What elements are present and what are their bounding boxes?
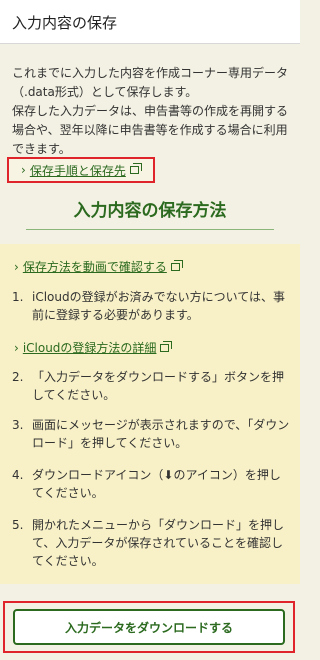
- step-4: 4. ダウンロードアイコン（⬇のアイコン）を押してください。: [12, 466, 290, 502]
- step-text: 「入力データをダウンロードする」ボタンを押してください。: [32, 370, 285, 402]
- step-number: 4.: [12, 468, 24, 482]
- step-3: 3. 画面にメッセージが表示されますので、「ダウンロード」を押してください。: [12, 416, 290, 452]
- video-link-label: 保存方法を動画で確認する: [22, 260, 167, 274]
- save-procedure-label: 保存手順と保存先: [29, 163, 126, 178]
- chevron-right-icon: ›: [14, 259, 19, 274]
- download-highlight-box: 入力データをダウンロードする: [3, 601, 295, 653]
- chevron-right-icon: ›: [14, 340, 19, 355]
- title-divider: [26, 229, 274, 230]
- intro-line-1: これまでに入力した内容を作成コーナー専用データ（.data形式）として保存します…: [12, 66, 289, 99]
- step-number: 3.: [12, 418, 24, 432]
- icloud-link-label: iCloudの登録方法の詳細: [22, 341, 157, 355]
- step-text: 画面にメッセージが表示されますので、「ダウンロード」を押してください。: [32, 418, 290, 450]
- step-1: 1. iCloudの登録がお済みでない方については、事前に登録する必要があります…: [12, 288, 290, 324]
- step-text: iCloudの登録がお済みでない方については、事前に登録する必要があります。: [32, 290, 286, 322]
- page-header: 入力内容の保存: [0, 0, 300, 44]
- external-link-icon: [160, 340, 173, 352]
- instructions-panel: › 保存方法を動画で確認する 1. iCloudの登録がお済みでない方については…: [0, 244, 300, 584]
- step-number: 1.: [12, 290, 24, 304]
- video-link[interactable]: › 保存方法を動画で確認する: [14, 258, 183, 275]
- icloud-link[interactable]: › iCloudの登録方法の詳細: [14, 339, 173, 356]
- section-title: 入力内容の保存方法: [73, 201, 227, 221]
- intro-line-2: 保存した入力データは、申告書等の作成を再開する場合や、翌年以降に申告書等を作成す…: [12, 104, 289, 156]
- download-input-data-button[interactable]: 入力データをダウンロードする: [13, 609, 285, 645]
- step-2: 2. 「入力データをダウンロードする」ボタンを押してください。: [12, 368, 290, 404]
- step-number: 2.: [12, 370, 24, 384]
- external-link-icon: [170, 259, 183, 271]
- step-number: 5.: [12, 518, 24, 532]
- step-5: 5. 開かれたメニューから「ダウンロード」を押して、入力データが保存されているこ…: [12, 516, 290, 570]
- page-title: 入力内容の保存: [12, 14, 118, 32]
- save-procedure-link[interactable]: › 保存手順と保存先: [21, 159, 142, 181]
- external-link-icon: [129, 163, 142, 174]
- intro-text: これまでに入力した内容を作成コーナー専用データ（.data形式）として保存します…: [12, 64, 288, 159]
- step-text: ダウンロードアイコン（⬇のアイコン）を押してください。: [32, 468, 281, 500]
- step-text: 開かれたメニューから「ダウンロード」を押して、入力データが保存されていることを確…: [32, 518, 285, 568]
- chevron-right-icon: ›: [21, 163, 26, 177]
- highlight-box: › 保存手順と保存先: [7, 157, 155, 183]
